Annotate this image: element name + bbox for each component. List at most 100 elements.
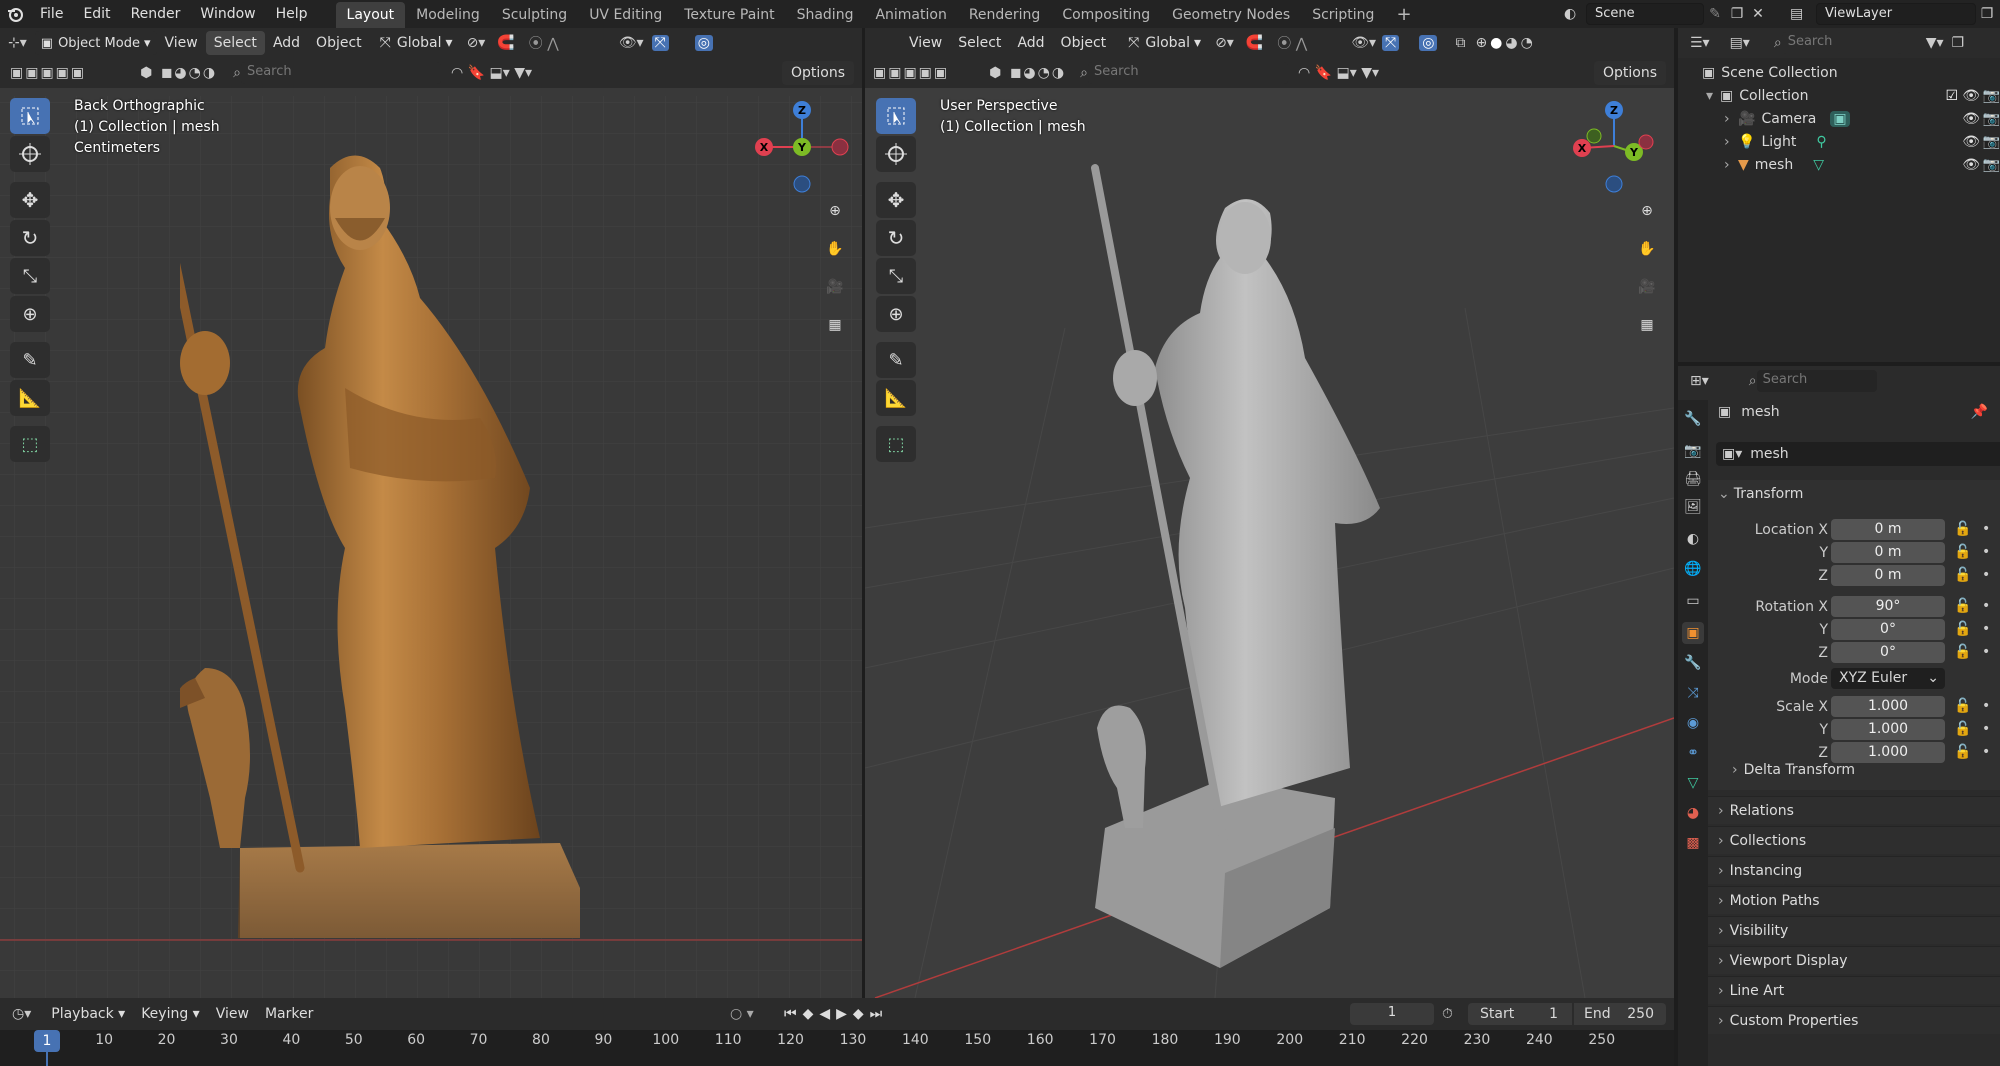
texture-tab-icon[interactable]: ▩ <box>1682 832 1704 854</box>
object-tab-icon[interactable]: ▣ <box>1682 622 1704 644</box>
outliner-search-input[interactable]: Search <box>1781 32 1902 54</box>
display-mode-icon[interactable]: ▤▾ <box>1730 35 1750 51</box>
select-box-tool[interactable] <box>10 98 50 134</box>
keyframe-dot-icon[interactable]: • <box>1982 744 1990 760</box>
keyframe-dot-icon[interactable]: • <box>1982 544 1990 560</box>
scene-selector[interactable]: ◐ Scene ✎ ❐ ✕ <box>1564 2 1768 26</box>
menu-keying[interactable]: Keying ▾ <box>133 1002 208 1026</box>
annotate-tool[interactable]: ✎ <box>10 342 50 378</box>
menu-view[interactable]: View <box>208 1002 257 1026</box>
shading-icons[interactable]: ⬢ ◼◕◔◑ <box>140 65 217 81</box>
properties-search-input[interactable]: Search <box>1756 370 1877 392</box>
annotate-tool[interactable]: ✎ <box>876 342 916 378</box>
collection-row[interactable]: ▾ ▣ Collection ☑ 👁 📷 <box>1678 84 2000 107</box>
menu-file[interactable]: File <box>30 0 73 28</box>
pivot-icon[interactable]: ⊘▾ <box>1215 35 1234 51</box>
add-cube-tool[interactable]: ⬚ <box>10 426 50 462</box>
scale-tool[interactable]: ⤡ <box>876 258 916 294</box>
eye-icon[interactable]: 👁 <box>1962 134 1980 150</box>
left-search-input[interactable]: Search <box>240 62 441 84</box>
lock-icon[interactable]: 🔓 <box>1954 521 1971 537</box>
end-frame-field[interactable]: End 250 <box>1574 1003 1666 1025</box>
viewport-display-panel[interactable]: › Viewport Display <box>1708 946 2000 974</box>
view-layer-tab-icon[interactable]: 🖼 <box>1682 496 1704 518</box>
outliner-item-mesh[interactable]: › ▼ mesh ▽ 👁 📷 <box>1678 153 2000 176</box>
perspective-grid-icon[interactable]: ▦ <box>1630 308 1664 342</box>
transform-panel-header[interactable]: ⌄ Transform <box>1708 480 2000 508</box>
keyframe-dot-icon[interactable]: • <box>1982 567 1990 583</box>
left-viewport[interactable] <box>0 28 862 998</box>
rotate-tool[interactable]: ↻ <box>876 220 916 256</box>
scale-z-field[interactable]: 1.000 <box>1831 742 1945 763</box>
playhead[interactable]: 1 <box>34 1030 60 1052</box>
timeline-editor-icon[interactable]: ◷▾ <box>12 1006 31 1022</box>
xray-icon[interactable]: ⧉ <box>1455 35 1465 51</box>
select-box-tool[interactable] <box>876 98 916 134</box>
keyframe-dot-icon[interactable]: • <box>1982 698 1990 714</box>
menu-render[interactable]: Render <box>121 0 191 28</box>
tab-modeling[interactable]: Modeling <box>405 2 491 28</box>
transform-tool[interactable]: ⊕ <box>876 296 916 332</box>
tab-geometry-nodes[interactable]: Geometry Nodes <box>1161 2 1301 28</box>
transform-tool[interactable]: ⊕ <box>10 296 50 332</box>
view-layer-name-field[interactable]: ViewLayer <box>1816 3 1976 25</box>
keyframe-dot-icon[interactable]: • <box>1982 598 1990 614</box>
particles-tab-icon[interactable]: ⤨ <box>1682 682 1704 704</box>
collections-panel[interactable]: › Collections <box>1708 826 2000 854</box>
overlay-toggle-icon[interactable]: ◎ <box>1419 35 1438 51</box>
outliner-item-camera[interactable]: › 🎥 Camera ▣ 👁 📷 <box>1678 107 2000 130</box>
camera-render-icon[interactable]: 📷 <box>1983 134 2000 150</box>
stopwatch-icon[interactable]: ⏱ <box>1442 1006 1453 1022</box>
filter-icon[interactable]: ▼▾ <box>1926 35 1944 51</box>
rotation-mode-dropdown[interactable]: XYZ Euler ⌄ <box>1831 668 1945 689</box>
rotate-tool[interactable]: ↻ <box>10 220 50 256</box>
location-z-field[interactable]: 0 m <box>1831 565 1945 586</box>
menu-help[interactable]: Help <box>266 0 318 28</box>
pivot-icon[interactable]: ⊘▾ <box>467 35 486 51</box>
lock-icon[interactable]: 🔓 <box>1954 698 1971 714</box>
menu-marker[interactable]: Marker <box>257 1002 321 1026</box>
menu-window[interactable]: Window <box>190 0 265 28</box>
start-frame-field[interactable]: Start 1 <box>1468 1003 1572 1025</box>
datablock-selector[interactable]: ▣▾ mesh <box>1716 442 2000 466</box>
cursor-tool[interactable] <box>876 136 916 172</box>
eye-icon[interactable]: 👁 <box>1962 88 1980 104</box>
keyframe-dot-icon[interactable]: • <box>1982 644 1990 660</box>
orientation-dropdown[interactable]: ⤧ Global ▾ <box>1128 35 1201 51</box>
visibility-icon[interactable]: 👁▾ <box>619 35 644 51</box>
ortho-grid-icon[interactable]: ▦ <box>818 308 852 342</box>
menu-playback[interactable]: Playback ▾ <box>43 1002 133 1026</box>
proportional-icon[interactable]: ⦿ ⋀ <box>1277 33 1307 53</box>
chevron-down-icon[interactable]: ▾ <box>1706 88 1720 104</box>
visibility-icon[interactable]: 👁▾ <box>1351 35 1376 51</box>
location-y-field[interactable]: 0 m <box>1831 542 1945 563</box>
constraints-tab-icon[interactable]: ⚭ <box>1682 742 1704 764</box>
tab-shading[interactable]: Shading <box>786 2 865 28</box>
pin-icon[interactable]: ✎ <box>1704 6 1726 22</box>
tab-scripting[interactable]: Scripting <box>1301 2 1385 28</box>
left-navigation-gizmo[interactable]: Z X Y <box>752 96 852 196</box>
tab-animation[interactable]: Animation <box>864 2 957 28</box>
add-cube-tool[interactable]: ⬚ <box>876 426 916 462</box>
properties-editor-icon[interactable]: ⊞▾ <box>1690 373 1709 389</box>
proportional-icon[interactable]: ⦿ ⋀ <box>529 33 559 53</box>
shading-mode-icons[interactable]: ⊕●◕◔ <box>1475 35 1535 51</box>
tab-rendering[interactable]: Rendering <box>958 2 1052 28</box>
new-scene-icon[interactable]: ❐ <box>1726 6 1748 22</box>
rotation-x-field[interactable]: 90° <box>1831 596 1945 617</box>
lock-icon[interactable]: 🔓 <box>1954 744 1971 760</box>
tab-sculpting[interactable]: Sculpting <box>491 2 578 28</box>
pin-icon[interactable]: 📌 <box>1971 404 1988 420</box>
scale-x-field[interactable]: 1.000 <box>1831 696 1945 717</box>
render-tab-icon[interactable]: 📷 <box>1682 440 1704 462</box>
camera-render-icon[interactable]: 📷 <box>1983 157 2000 173</box>
snap-icon[interactable]: 🧲 <box>497 35 514 51</box>
tab-uv-editing[interactable]: UV Editing <box>578 2 673 28</box>
menu-view[interactable]: View <box>901 31 950 55</box>
filter-icons[interactable]: ◠ 🔖 ⬓▾ ▼▾ <box>451 65 532 81</box>
data-tab-icon[interactable]: ▽ <box>1682 772 1704 794</box>
eye-icon[interactable]: 👁 <box>1962 157 1980 173</box>
chevron-right-icon[interactable]: › <box>1724 157 1738 173</box>
mesh-data-icon[interactable]: ▽ <box>1813 157 1824 173</box>
camera-render-icon[interactable]: 📷 <box>1983 88 2000 104</box>
